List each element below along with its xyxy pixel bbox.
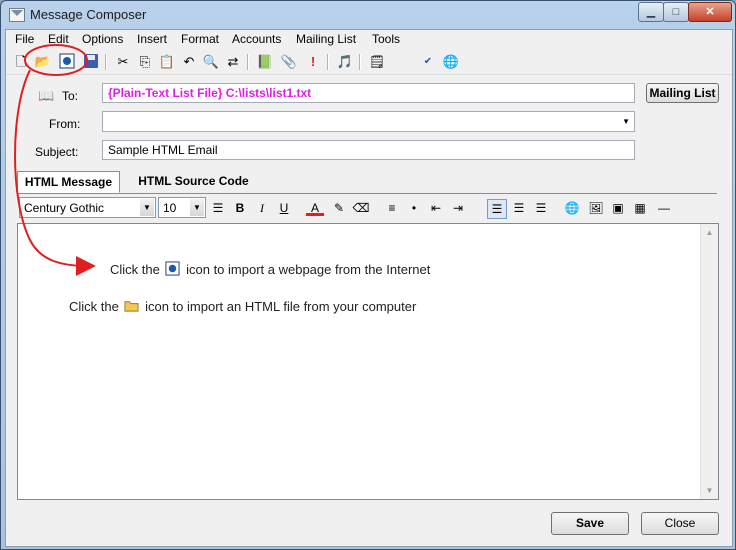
editor-tabs: HTML Message HTML Source Code	[17, 171, 717, 194]
from-label: From:	[49, 117, 81, 131]
line2-after: icon to import an HTML file from your co…	[145, 299, 417, 314]
horizontal-rule-icon[interactable]: —	[655, 199, 673, 217]
template-icon[interactable]: 🗒	[368, 53, 386, 71]
web-globe-icon[interactable]: 🌐	[442, 53, 460, 71]
indent-icon[interactable]: ⇥	[449, 199, 467, 217]
undo-icon[interactable]: ↶	[180, 53, 198, 71]
menu-insert[interactable]: Insert	[137, 32, 167, 46]
vertical-scrollbar[interactable]: ▲ ▼	[700, 224, 718, 499]
numbered-list-icon[interactable]: ≡	[383, 199, 401, 217]
window-title: Message Composer	[30, 7, 147, 22]
main-toolbar: 🗋 📂 ✂ ⎘ 📋 ↶ 🔍 ⇄ 📗 📎 ! 🎵 🗒 ✔ 🌐	[6, 50, 732, 75]
font-size-value: 10	[163, 201, 177, 215]
close-window-button[interactable]: ✕	[688, 2, 732, 22]
insert-frame-icon[interactable]: ▣	[609, 199, 627, 217]
audio-icon[interactable]: 🎵	[336, 53, 354, 71]
align-left-icon[interactable]: ☰	[487, 199, 507, 219]
insert-link-icon[interactable]: 🌐	[563, 199, 581, 217]
menu-tools[interactable]: Tools	[372, 32, 400, 46]
underline-icon[interactable]: U	[275, 199, 293, 217]
outdent-icon[interactable]: ⇤	[427, 199, 445, 217]
font-color-icon[interactable]: A	[306, 199, 324, 216]
tab-html-message[interactable]: HTML Message	[17, 171, 120, 193]
envelope-icon	[9, 8, 25, 22]
open-file-icon[interactable]: 📂	[34, 53, 52, 71]
paste-icon[interactable]: 📋	[158, 53, 176, 71]
copy-icon[interactable]: ⎘	[136, 53, 154, 71]
save-button[interactable]: Save	[551, 512, 629, 535]
replace-icon[interactable]: ⇄	[224, 53, 242, 71]
subject-label: Subject:	[35, 145, 79, 159]
title-bar[interactable]: Message Composer ▁ □ ✕	[1, 1, 735, 29]
chevron-down-icon: ▼	[622, 117, 630, 126]
to-value: {Plain-Text List File} C:\lists\list1.tx…	[108, 86, 312, 100]
toolbar-separator	[247, 54, 249, 70]
clear-format-icon[interactable]: ⌫	[352, 199, 370, 217]
spell-check-icon[interactable]: ✔	[419, 53, 437, 71]
toolbar-separator	[327, 54, 329, 70]
menu-edit[interactable]: Edit	[48, 32, 69, 46]
import-webpage-icon[interactable]	[58, 53, 76, 71]
menu-bar: File Edit Options Insert Format Accounts…	[6, 30, 732, 49]
to-label: To:	[62, 89, 79, 103]
line-spacing-icon[interactable]: ☰	[209, 199, 227, 217]
font-value: Century Gothic	[24, 201, 105, 215]
maximize-button[interactable]: □	[663, 2, 689, 22]
menu-accounts[interactable]: Accounts	[232, 32, 281, 46]
scroll-up-icon[interactable]: ▲	[701, 224, 718, 241]
line2-before: Click the	[69, 299, 119, 314]
menu-file[interactable]: File	[15, 32, 34, 46]
bold-icon[interactable]: B	[231, 199, 249, 217]
align-center-icon[interactable]: ☰	[510, 199, 528, 217]
menu-mailing-list[interactable]: Mailing List	[296, 32, 356, 46]
format-toolbar: Century Gothic ▼ 10 ▼ ☰ B I U A ✎ ⌫ ≡ • …	[17, 195, 717, 221]
subject-value: Sample HTML Email	[108, 143, 218, 157]
editor-line-2: Click the icon to import an HTML file fr…	[69, 298, 416, 314]
line1-before: Click the	[110, 262, 160, 277]
insert-table-icon[interactable]: ▦	[631, 199, 649, 217]
close-button[interactable]: Close	[641, 512, 719, 535]
attachment-icon[interactable]: 📎	[280, 53, 298, 71]
chevron-down-icon: ▼	[140, 199, 154, 216]
find-icon[interactable]: 🔍	[202, 53, 220, 71]
html-editor[interactable]: Click the icon to import a webpage from …	[17, 223, 719, 500]
tab-html-source-code[interactable]: HTML Source Code	[126, 171, 261, 193]
address-book-icon[interactable]: 📗	[256, 53, 274, 71]
message-composer-window: Message Composer ▁ □ ✕ File Edit Options…	[0, 0, 736, 550]
chevron-down-icon: ▼	[190, 199, 204, 216]
italic-icon[interactable]: I	[253, 199, 271, 217]
bullet-list-icon[interactable]: •	[405, 199, 423, 217]
new-document-icon[interactable]: 🗋	[12, 53, 30, 71]
client-area: File Edit Options Insert Format Accounts…	[5, 29, 733, 547]
editor-line-1: Click the icon to import a webpage from …	[110, 261, 430, 277]
from-select[interactable]: ▼	[102, 111, 635, 132]
font-size-select[interactable]: 10 ▼	[158, 197, 206, 218]
toolbar-separator	[105, 54, 107, 70]
toolbar-separator	[359, 54, 361, 70]
import-webpage-inline-icon	[165, 261, 181, 276]
font-select[interactable]: Century Gothic ▼	[19, 197, 156, 218]
menu-options[interactable]: Options	[82, 32, 123, 46]
address-book-to-icon[interactable]: 📖	[38, 88, 54, 104]
highlight-icon[interactable]: ✎	[330, 199, 348, 217]
align-right-icon[interactable]: ☰	[532, 199, 550, 217]
cut-icon[interactable]: ✂	[114, 53, 132, 71]
mailing-list-button[interactable]: Mailing List	[646, 83, 719, 103]
insert-image-icon[interactable]: 🖼	[587, 199, 605, 217]
save-icon[interactable]	[82, 53, 100, 71]
scroll-down-icon[interactable]: ▼	[701, 482, 718, 499]
to-field[interactable]: {Plain-Text List File} C:\lists\list1.tx…	[102, 83, 635, 103]
line1-after: icon to import a webpage from the Intern…	[186, 262, 431, 277]
priority-icon[interactable]: !	[304, 53, 322, 71]
subject-field[interactable]: Sample HTML Email	[102, 140, 635, 160]
open-file-inline-icon	[124, 301, 140, 312]
minimize-button[interactable]: ▁	[638, 2, 664, 22]
menu-format[interactable]: Format	[181, 32, 219, 46]
